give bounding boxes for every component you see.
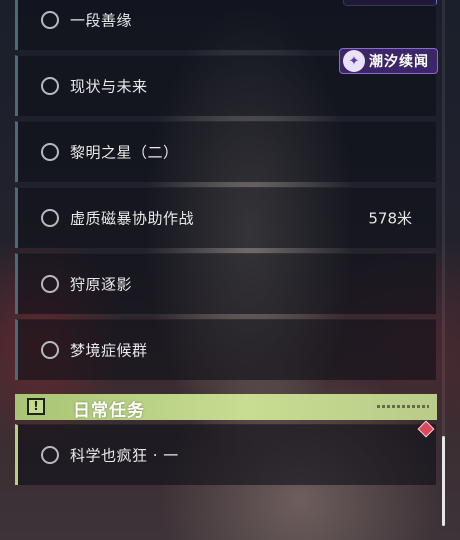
quest-label: 科学也疯狂 · 一 — [70, 446, 179, 465]
quest-status-icon — [41, 275, 59, 293]
quest-row[interactable]: 一段善缘 — [15, 0, 436, 50]
quest-row[interactable]: 梦境症候群 — [15, 319, 436, 380]
quest-label: 黎明之星（二） — [70, 143, 179, 162]
quest-row[interactable]: 狩原逐影 — [15, 253, 436, 314]
quest-status-icon — [41, 446, 59, 464]
quest-label: 梦境症候群 — [70, 341, 148, 360]
quest-status-icon — [41, 11, 59, 29]
daily-quests-header[interactable]: ! 日常任务 — [15, 394, 437, 421]
section-title: 日常任务 — [73, 401, 145, 421]
header-decoration — [377, 405, 429, 408]
quest-label: 虚质磁暴协助作战 — [70, 209, 195, 228]
quest-row[interactable]: 黎明之星（二） — [15, 121, 436, 182]
tide-icon: ✦ — [343, 50, 365, 72]
tide-news-badge[interactable]: ✦ 潮汐续闻 — [339, 48, 438, 74]
exclamation-icon: ! — [27, 398, 45, 415]
quest-status-icon — [41, 143, 59, 161]
daily-quest-row[interactable]: 科学也疯狂 · 一 — [15, 424, 436, 485]
quest-label: 现状与未来 — [70, 77, 148, 96]
quest-distance: 578米 — [368, 209, 412, 228]
quest-label: 一段善缘 — [70, 11, 133, 30]
badge-label: 潮汐续闻 — [369, 54, 429, 70]
quest-status-icon — [41, 77, 59, 95]
quest-status-icon — [41, 209, 59, 227]
quest-row[interactable]: 虚质磁暴协助作战 578米 — [15, 187, 436, 248]
quest-label: 狩原逐影 — [70, 275, 133, 294]
scrollbar-thumb[interactable] — [442, 436, 445, 526]
quest-status-icon — [41, 341, 59, 359]
